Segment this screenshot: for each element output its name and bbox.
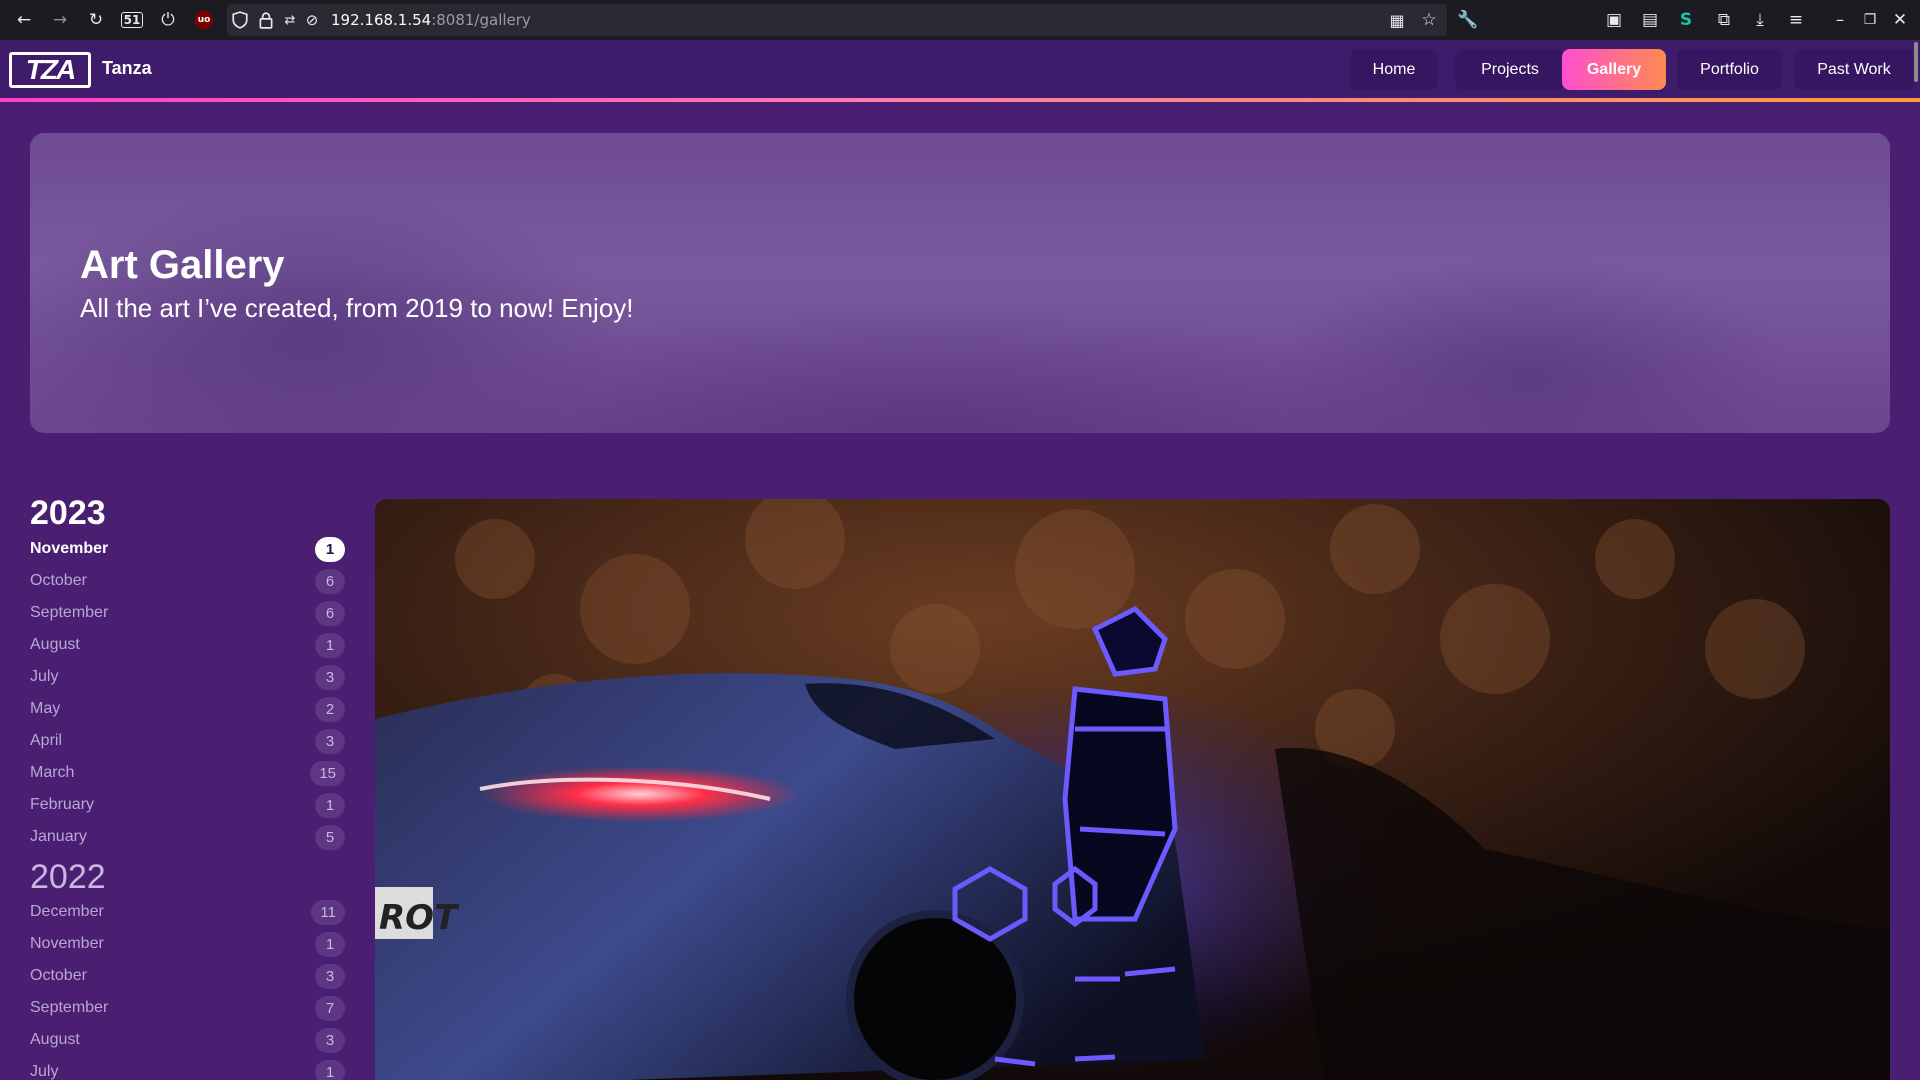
permissions-icon[interactable]: ⇄ [279, 0, 301, 40]
page-subtitle: All the art I’ve created, from 2019 to n… [80, 293, 634, 323]
month-item[interactable]: October 6 [30, 568, 345, 596]
nav-past-work[interactable]: Past Work [1794, 49, 1914, 90]
lock-icon[interactable] [253, 0, 279, 40]
month-item[interactable]: January 5 [30, 824, 345, 852]
month-item[interactable]: October 3 [30, 963, 345, 991]
month-item[interactable]: November 1 [30, 931, 345, 959]
address-bar[interactable]: ⇄ ⊘ 192.168.1.54:8081/gallery ▦ ☆ [227, 4, 1447, 36]
month-count-badge: 1 [315, 932, 345, 957]
wrench-icon[interactable]: 🔧 [1450, 0, 1486, 40]
nav-portfolio[interactable]: Portfolio [1677, 49, 1782, 90]
tab-counter-icon[interactable]: 51 [114, 0, 150, 40]
month-item[interactable]: July 1 [30, 1059, 345, 1080]
month-label: October [30, 967, 87, 984]
url-text: 192.168.1.54:8081/gallery [331, 11, 531, 29]
gallery-hero: Art Gallery All the art I’ve created, fr… [30, 133, 1890, 433]
browser-toolbar: ← → ↻ 51 ⏻ uo ⇄ ⊘ 192.168.1.54:8081/gall… [0, 0, 1920, 40]
month-count-badge: 6 [315, 569, 345, 594]
bookmark-star-icon[interactable]: ☆ [1411, 0, 1447, 40]
ublock-icon[interactable]: uo [186, 0, 222, 40]
month-item[interactable]: July 3 [30, 664, 345, 692]
extension-badge-icon[interactable]: ▤ [1632, 0, 1668, 40]
month-count-badge: 1 [315, 793, 345, 818]
month-label: March [30, 764, 75, 781]
extension-s-icon[interactable]: S [1668, 0, 1704, 40]
grid-icon[interactable]: ▦ [1379, 0, 1415, 40]
month-item[interactable]: December 11 [30, 899, 345, 927]
month-label: April [30, 732, 63, 749]
menu-icon[interactable]: ≡ [1778, 0, 1814, 40]
month-item[interactable]: August 1 [30, 632, 345, 660]
license-plate-text: ROT [379, 898, 460, 938]
month-count-badge: 3 [315, 1028, 345, 1053]
close-icon[interactable]: ✕ [1882, 0, 1918, 40]
month-count-badge: 1 [315, 1060, 345, 1080]
artwork-image: ROT [375, 499, 1890, 1080]
nav-home[interactable]: Home [1350, 49, 1438, 90]
month-label: July [30, 1063, 59, 1080]
nav-projects[interactable]: Projects [1455, 49, 1565, 90]
month-count-badge: 2 [315, 697, 345, 722]
downloads-icon[interactable]: ⤓ [1742, 0, 1778, 40]
brand-name[interactable]: Tanza [102, 58, 152, 79]
shield-icon[interactable] [227, 0, 253, 40]
month-label: November [30, 540, 109, 557]
year-heading-2023[interactable]: 2023 [30, 494, 106, 533]
month-item[interactable]: March 15 [30, 760, 345, 788]
year-heading-2022[interactable]: 2022 [30, 858, 106, 897]
month-count-badge: 15 [310, 761, 345, 786]
site-logo[interactable]: TZA [9, 52, 91, 88]
tab-count: 51 [120, 12, 144, 28]
month-item[interactable]: August 3 [30, 1027, 345, 1055]
month-count-badge: 1 [315, 633, 345, 658]
month-label: February [30, 796, 95, 813]
tracking-protection-icon[interactable]: ⊘ [301, 0, 323, 40]
month-count-badge: 1 [315, 537, 345, 562]
month-count-badge: 3 [315, 729, 345, 754]
page-title: Art Gallery [80, 243, 285, 287]
month-label: September [30, 999, 109, 1016]
month-count-badge: 3 [315, 665, 345, 690]
power-icon[interactable]: ⏻ [150, 0, 186, 40]
gallery-artwork[interactable]: ROT [375, 499, 1890, 1080]
month-label: July [30, 668, 59, 685]
month-item[interactable]: February 1 [30, 792, 345, 820]
month-count-badge: 5 [315, 825, 345, 850]
page-scrollbar[interactable] [1914, 42, 1918, 82]
header-accent-line [0, 98, 1920, 102]
month-item[interactable]: September 7 [30, 995, 345, 1023]
nav-gallery[interactable]: Gallery [1562, 49, 1666, 90]
month-label: November [30, 935, 104, 952]
month-label: September [30, 604, 109, 621]
month-count-badge: 7 [315, 996, 345, 1021]
month-label: May [30, 700, 61, 717]
month-label: October [30, 572, 87, 589]
month-label: December [30, 903, 104, 920]
month-item[interactable]: September 6 [30, 600, 345, 628]
month-label: August [30, 1031, 80, 1048]
month-label: January [30, 828, 87, 845]
month-label: August [30, 636, 80, 653]
forward-icon[interactable]: → [42, 0, 78, 40]
month-item[interactable]: November 1 [30, 536, 345, 564]
month-count-badge: 3 [315, 964, 345, 989]
month-count-badge: 6 [315, 601, 345, 626]
month-count-badge: 11 [311, 900, 345, 925]
month-item[interactable]: April 3 [30, 728, 345, 756]
reload-icon[interactable]: ↻ [78, 0, 114, 40]
back-icon[interactable]: ← [6, 0, 42, 40]
extensions-puzzle-icon[interactable]: ⧉ [1706, 0, 1742, 40]
reader-icon[interactable]: ▣ [1596, 0, 1632, 40]
month-item[interactable]: May 2 [30, 696, 345, 724]
